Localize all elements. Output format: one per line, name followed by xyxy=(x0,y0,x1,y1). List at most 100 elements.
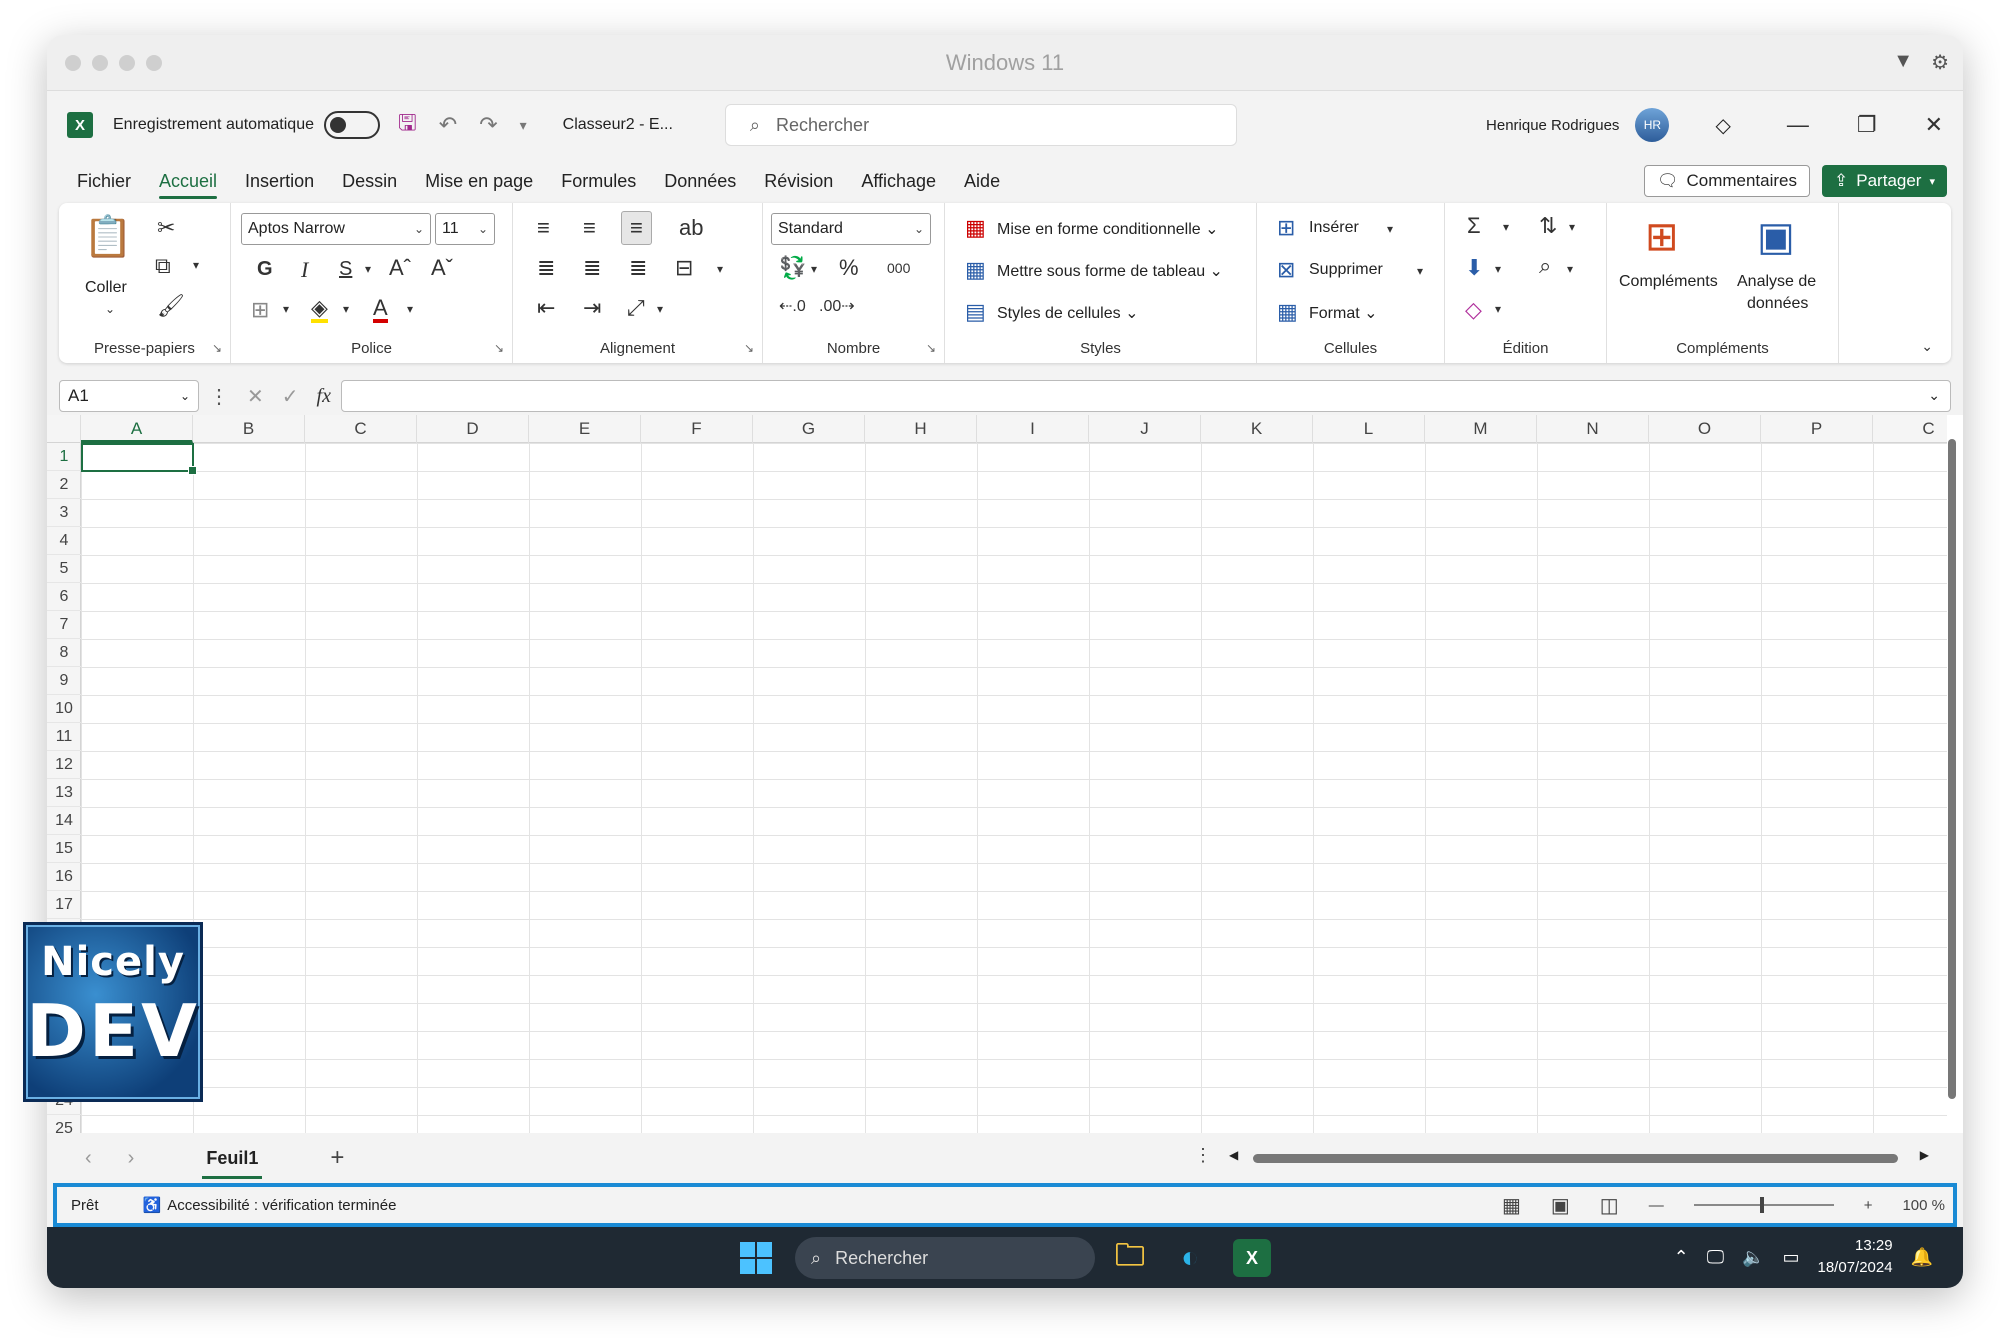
search-box[interactable]: ⌕ Rechercher xyxy=(724,104,1237,146)
avatar[interactable]: HR xyxy=(1635,108,1670,142)
insert-function-icon[interactable]: fx xyxy=(317,385,331,408)
column-header[interactable]: F xyxy=(641,415,753,443)
addins-icon[interactable]: ⊞ xyxy=(1645,217,1679,257)
normal-view-icon[interactable]: ▦ xyxy=(1502,1193,1521,1218)
excel-taskbar-icon[interactable]: X xyxy=(1233,1239,1271,1277)
minimize-icon[interactable]: — xyxy=(1787,112,1809,138)
row-header[interactable]: 7 xyxy=(47,611,81,639)
notification-icon[interactable]: 🔔 xyxy=(1911,1247,1933,1268)
merge-center-icon[interactable]: ⊟ xyxy=(675,257,693,279)
redo-icon[interactable]: ↷ xyxy=(479,112,497,138)
column-header[interactable]: G xyxy=(753,415,865,443)
row-header[interactable]: 16 xyxy=(47,863,81,891)
chevron-down-icon[interactable]: ▾ xyxy=(1387,223,1393,235)
analyze-data-line1[interactable]: Analyse de xyxy=(1737,273,1816,291)
cell-styles-button[interactable]: Styles de cellules ⌄ xyxy=(997,303,1138,323)
row-header[interactable]: 5 xyxy=(47,555,81,583)
dialog-launcher-icon[interactable]: ↘ xyxy=(926,341,936,355)
font-color-icon[interactable]: A xyxy=(373,297,388,323)
next-sheet-icon[interactable]: › xyxy=(128,1147,135,1170)
network-icon[interactable]: 🖵 xyxy=(1707,1247,1724,1268)
dropdown-icon[interactable]: ▼ xyxy=(1893,50,1913,75)
align-left-icon[interactable]: ≣ xyxy=(537,257,555,279)
chevron-down-icon[interactable]: ▾ xyxy=(1417,265,1423,277)
bold-button[interactable]: G xyxy=(257,259,273,279)
borders-icon[interactable]: ⊞ xyxy=(251,299,269,321)
paste-icon[interactable]: 📋 xyxy=(83,217,133,257)
orientation-icon[interactable]: ⤢ xyxy=(627,297,645,319)
column-header[interactable]: I xyxy=(977,415,1089,443)
diamond-icon[interactable]: ◇ xyxy=(1715,113,1730,138)
percent-icon[interactable]: % xyxy=(839,257,859,279)
zoom-in-icon[interactable]: + xyxy=(1864,1197,1873,1214)
font-name-select[interactable]: Aptos Narrow ⌄ xyxy=(241,213,431,245)
edge-icon[interactable]: ◐ xyxy=(1171,1239,1209,1277)
align-right-icon[interactable]: ≣ xyxy=(629,257,647,279)
delete-cells-icon[interactable]: ⊠ xyxy=(1277,259,1295,281)
tab-aide[interactable]: Aide xyxy=(950,159,1014,203)
tab-donnees[interactable]: Données xyxy=(650,159,750,203)
number-format-select[interactable]: Standard ⌄ xyxy=(771,213,931,245)
row-header[interactable]: 6 xyxy=(47,583,81,611)
active-cell[interactable] xyxy=(81,443,197,475)
decrease-indent-icon[interactable]: ⇤ xyxy=(537,297,555,319)
chevron-down-icon[interactable]: ▾ xyxy=(657,303,663,315)
tab-dessin[interactable]: Dessin xyxy=(328,159,411,203)
dialog-launcher-icon[interactable]: ↘ xyxy=(212,341,222,355)
column-header[interactable]: D xyxy=(417,415,529,443)
increase-indent-icon[interactable]: ⇥ xyxy=(583,297,601,319)
decrease-font-icon[interactable]: Aˇ xyxy=(431,257,453,279)
italic-button[interactable]: I xyxy=(301,259,308,281)
increase-font-icon[interactable]: Aˆ xyxy=(389,257,411,279)
close-icon[interactable]: ✕ xyxy=(1925,112,1943,138)
conditional-format-icon[interactable]: ▦ xyxy=(965,217,986,239)
spreadsheet-grid[interactable]: ABCDEFGHIJKLMNOPC 1 2 3 4 5 6 7 8 9 10 11 12 13 14 15 1… xyxy=(47,415,1963,1133)
zoom-level[interactable]: 100 % xyxy=(1902,1197,1945,1214)
chevron-down-icon[interactable]: ⌄ xyxy=(1928,387,1940,404)
row-header[interactable]: 3 xyxy=(47,499,81,527)
column-header[interactable]: A xyxy=(81,415,193,443)
horizontal-scrollbar[interactable]: ◀ ▶ xyxy=(1229,1148,1929,1165)
column-header[interactable]: K xyxy=(1201,415,1313,443)
insert-cells-icon[interactable]: ⊞ xyxy=(1277,217,1295,239)
row-header[interactable]: 13 xyxy=(47,779,81,807)
addins-button[interactable]: Compléments xyxy=(1619,273,1718,291)
comments-button[interactable]: 🗨 Commentaires xyxy=(1643,165,1811,197)
column-header[interactable]: E xyxy=(529,415,641,443)
share-button[interactable]: ⇪ Partager ▾ xyxy=(1822,165,1947,197)
gear-icon[interactable]: ⚙ xyxy=(1931,50,1949,75)
sheet-tab-feuil1[interactable]: Feuil1 xyxy=(194,1148,270,1179)
insert-button[interactable]: Insérer xyxy=(1309,219,1359,237)
row-header[interactable]: 15 xyxy=(47,835,81,863)
fill-color-icon[interactable]: ◈ xyxy=(311,297,328,323)
chevron-down-icon[interactable]: ▾ xyxy=(1495,263,1501,275)
battery-icon[interactable]: ▭ xyxy=(1782,1247,1799,1268)
page-layout-icon[interactable]: ▣ xyxy=(1551,1193,1570,1218)
column-header[interactable]: P xyxy=(1761,415,1873,443)
format-cells-icon[interactable]: ▦ xyxy=(1277,301,1298,323)
row-header[interactable]: 12 xyxy=(47,751,81,779)
chevron-down-icon[interactable]: ▾ xyxy=(717,263,723,275)
more-icon[interactable]: ⋮ xyxy=(1194,1145,1212,1166)
zoom-slider[interactable] xyxy=(1693,1197,1834,1213)
volume-icon[interactable]: 🔈 xyxy=(1742,1247,1764,1268)
thousands-icon[interactable]: 000 xyxy=(887,261,910,275)
currency-icon[interactable]: 💱 xyxy=(779,257,806,279)
conditional-format-button[interactable]: Mise en forme conditionnelle ⌄ xyxy=(997,219,1219,239)
clear-icon[interactable]: ◇ xyxy=(1465,299,1482,321)
scroll-left-icon[interactable]: ◀ xyxy=(1229,1148,1238,1162)
tab-affichage[interactable]: Affichage xyxy=(847,159,950,203)
format-button[interactable]: Format ⌄ xyxy=(1309,303,1378,323)
undo-icon[interactable]: ↶ xyxy=(439,112,457,138)
row-header[interactable]: 11 xyxy=(47,723,81,751)
tab-revision[interactable]: Révision xyxy=(750,159,847,203)
decrease-decimal-icon[interactable]: .00⇢ xyxy=(819,299,855,315)
chevron-down-icon[interactable]: ▾ xyxy=(365,263,371,275)
tab-accueil[interactable]: Accueil xyxy=(145,159,231,203)
restore-icon[interactable]: ❐ xyxy=(1857,112,1877,138)
row-header[interactable]: 14 xyxy=(47,807,81,835)
collapse-ribbon-icon[interactable]: ⌄ xyxy=(1921,339,1933,353)
dialog-launcher-icon[interactable]: ↘ xyxy=(494,341,504,355)
column-header[interactable]: B xyxy=(193,415,305,443)
analyze-data-icon[interactable]: ▣ xyxy=(1757,217,1795,257)
